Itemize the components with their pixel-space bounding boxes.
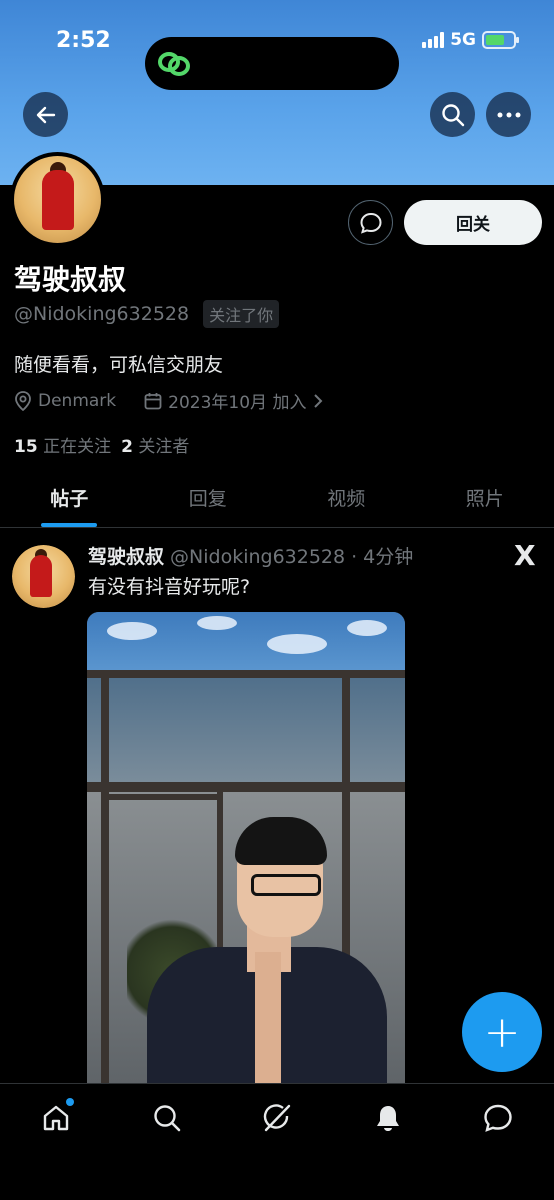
post-avatar[interactable] (12, 545, 75, 608)
direct-message-button[interactable] (348, 200, 393, 245)
post-time: 4分钟 (363, 546, 414, 568)
nav-explore[interactable] (147, 1098, 187, 1138)
followers-stat[interactable]: 2 关注者 (121, 432, 189, 457)
profile-joined[interactable]: 2023年10月 加入 (168, 388, 306, 413)
dynamic-island (145, 37, 399, 90)
post-handle[interactable]: @Nidoking632528 (170, 546, 345, 568)
home-notification-dot (66, 1098, 74, 1106)
nav-messages[interactable] (478, 1098, 518, 1138)
compose-button[interactable]: + (462, 992, 542, 1072)
more-icon (497, 112, 520, 117)
following-stat[interactable]: 15 正在关注 (14, 432, 111, 457)
following-count: 15 (14, 437, 38, 457)
explore-icon (154, 1105, 181, 1132)
tab-posts[interactable]: 帖子 (0, 468, 139, 527)
bottom-navigation (0, 1083, 554, 1200)
follows-you-badge: 关注了你 (203, 300, 280, 328)
more-button[interactable] (486, 92, 531, 137)
status-indicators: 5G (422, 30, 519, 50)
status-bar: 2:52 5G (0, 22, 554, 90)
link-icon (158, 52, 190, 76)
search-icon (441, 103, 464, 126)
profile-location: Denmark (38, 390, 117, 411)
search-button[interactable] (430, 92, 475, 137)
followers-label: 关注者 (138, 437, 190, 457)
tab-photos[interactable]: 照片 (416, 468, 554, 527)
profile-avatar[interactable] (10, 152, 105, 247)
message-icon (359, 212, 382, 234)
post-text: 有没有抖音好玩呢? (88, 576, 251, 598)
tab-replies[interactable]: 回复 (139, 468, 278, 527)
battery-icon (482, 31, 519, 49)
post-header: 驾驶叔叔 @Nidoking632528 · 4分钟 (88, 542, 413, 569)
back-button[interactable] (23, 92, 68, 137)
status-time: 2:52 (56, 28, 111, 53)
profile-bio: 随便看看，可私信交朋友 (14, 354, 224, 376)
chevron-right-icon[interactable] (312, 393, 324, 409)
messages-icon (484, 1104, 512, 1132)
nav-notifications[interactable] (368, 1098, 408, 1138)
tab-videos[interactable]: 视频 (277, 468, 416, 527)
post-separator: · (351, 546, 358, 568)
profile-handle: @Nidoking632528 (14, 303, 190, 325)
signal-icon (422, 32, 445, 48)
post-video[interactable] (87, 612, 405, 1084)
followers-count: 2 (121, 437, 133, 457)
network-label: 5G (450, 30, 476, 50)
grok-icon (263, 1104, 291, 1132)
calendar-icon (144, 392, 162, 409)
profile-tabs: 帖子 回复 视频 照片 (0, 468, 554, 528)
back-arrow-icon (36, 106, 55, 123)
profile-name: 驾驶叔叔 (14, 263, 127, 296)
nav-home[interactable] (36, 1098, 76, 1138)
notifications-icon (377, 1106, 399, 1131)
x-logo-icon: X (514, 539, 536, 572)
nav-grok[interactable] (257, 1098, 297, 1138)
post-author[interactable]: 驾驶叔叔 (88, 542, 164, 569)
follow-back-button[interactable]: 回关 (404, 200, 542, 245)
following-label: 正在关注 (43, 437, 112, 457)
location-icon (15, 390, 31, 411)
home-icon (43, 1105, 69, 1131)
